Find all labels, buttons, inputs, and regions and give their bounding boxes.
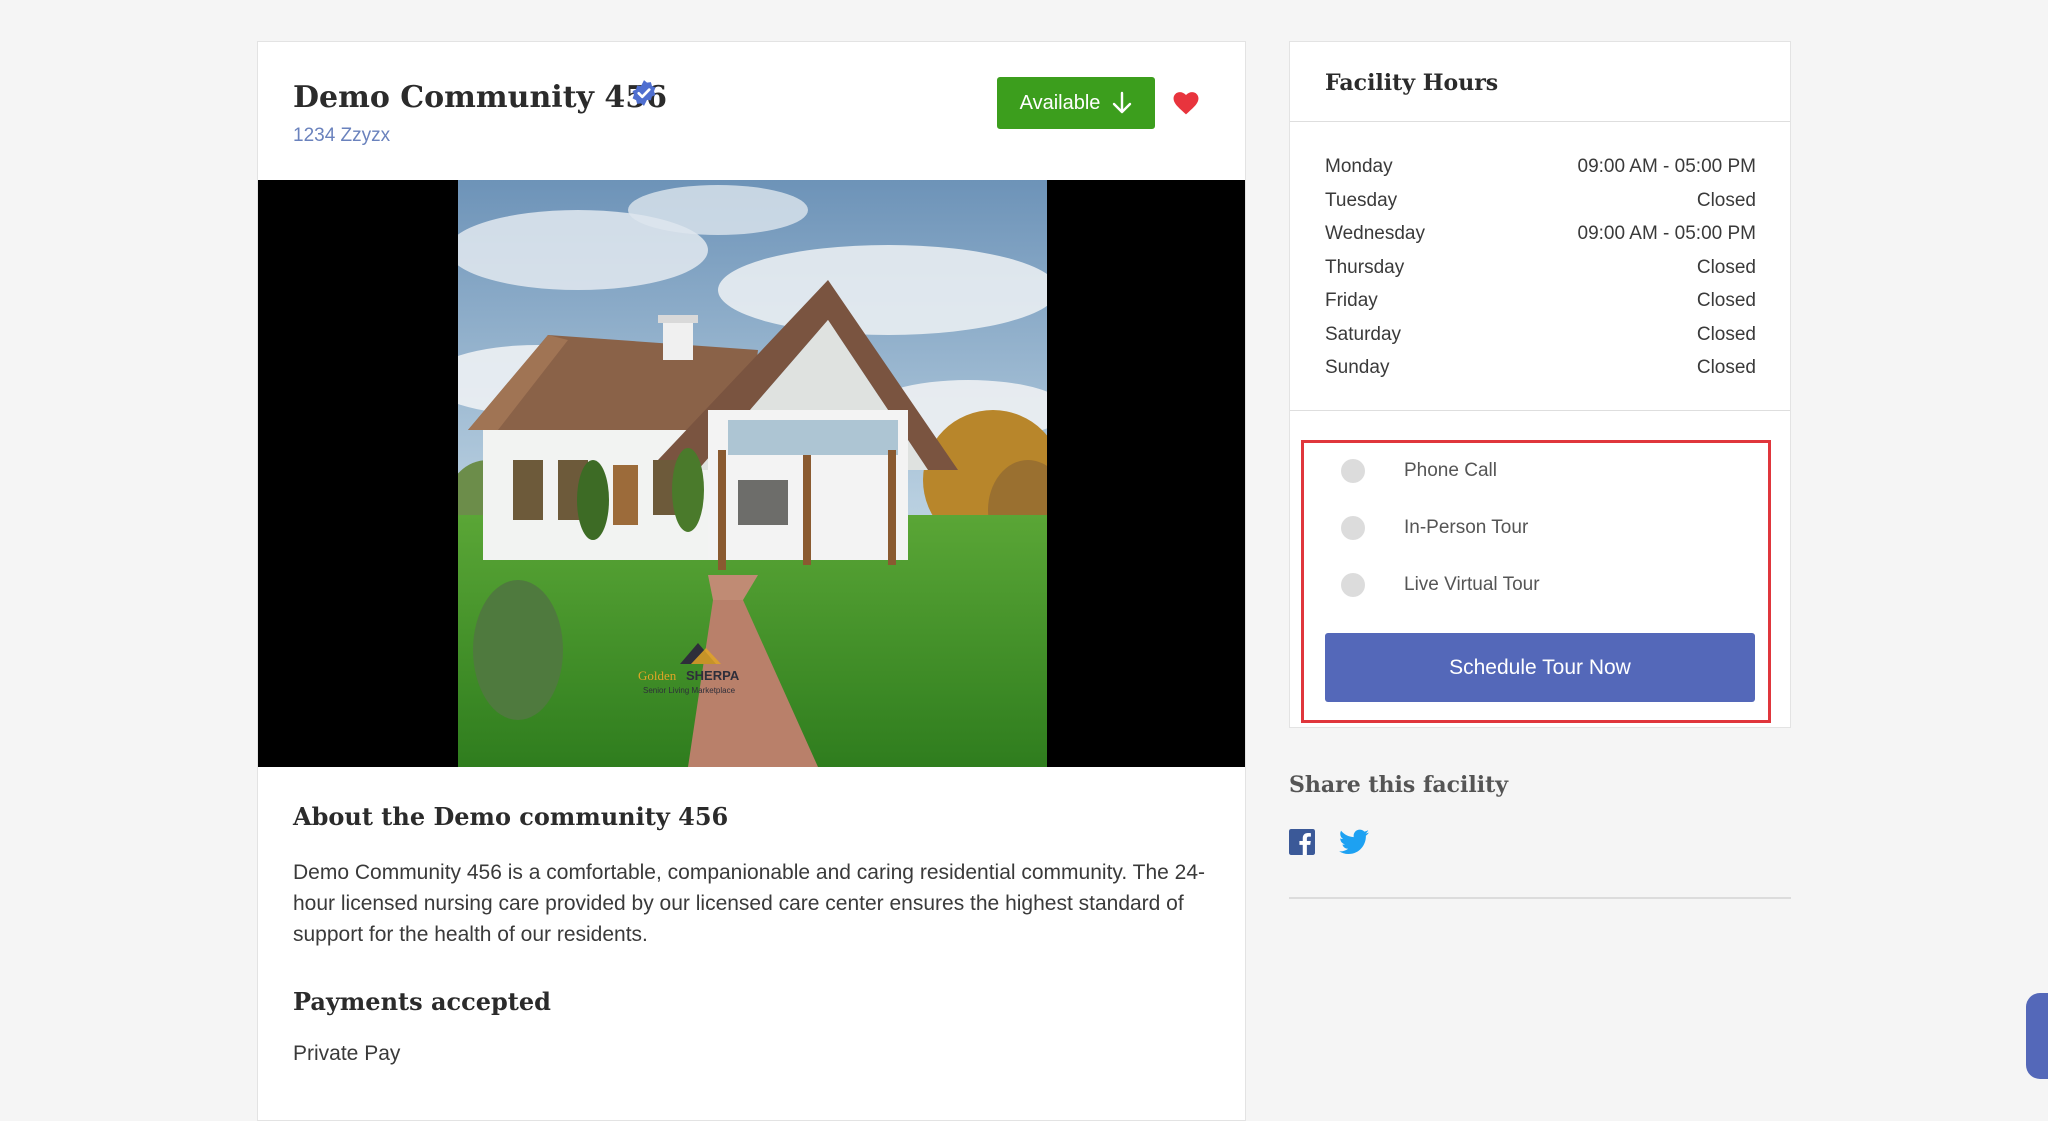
logo-tagline: Senior Living Marketplace [643,686,736,695]
hours-time: Closed [1696,323,1756,345]
hours-list: Monday 09:00 AM - 05:00 PM Tuesday Close… [1325,150,1756,385]
tour-request-section: Phone Call In-Person Tour Live Virtual T… [1301,440,1771,723]
tour-option-in-person[interactable]: In-Person Tour [1341,513,1528,543]
facility-media[interactable]: Golden SHERPA Senior Living Marketplace [258,180,1245,767]
facebook-icon[interactable] [1289,829,1315,855]
verified-badge-icon [632,80,656,106]
twitter-icon[interactable] [1339,829,1369,855]
payments-heading: Payments accepted [293,987,551,1016]
hours-day: Tuesday [1325,189,1398,211]
hours-row-tuesday: Tuesday Closed [1325,184,1756,218]
share-heading: Share this facility [1289,772,1509,798]
facility-card: Demo Community 456 1234 Zzyzx Available [257,41,1246,1121]
hours-day: Monday [1325,156,1393,177]
radio-button[interactable] [1341,459,1365,483]
schedule-tour-button[interactable]: Schedule Tour Now [1325,633,1755,702]
payments-value: Private Pay [293,1042,401,1065]
hours-day: Friday [1325,290,1378,311]
share-divider [1289,897,1791,899]
chat-widget-tab[interactable] [2026,993,2048,1079]
hours-row-friday: Friday Closed [1325,284,1756,318]
logo-brand-text-golden: Golden [638,668,677,683]
radio-button[interactable] [1341,516,1365,540]
hours-time: Closed [1696,357,1756,378]
hours-time: Closed [1696,256,1756,278]
hours-footer-divider [1290,410,1790,411]
hours-row-saturday: Saturday Closed [1325,318,1756,352]
arrow-down-icon [1113,91,1132,114]
hours-time: Closed [1696,290,1756,311]
facility-address-link[interactable]: 1234 Zzyzx [293,125,390,147]
hours-header-divider [1290,121,1790,122]
logo-brand-text-sherpa: SHERPA [686,668,740,683]
hours-time: 09:00 AM - 05:00 PM [1577,156,1757,177]
favorite-heart-icon[interactable] [1173,91,1199,115]
about-heading: About the Demo community 456 [293,802,729,831]
hours-day: Thursday [1325,256,1405,278]
radio-button[interactable] [1341,573,1365,597]
hours-day: Wednesday [1325,223,1425,244]
facility-title: Demo Community 456 [293,80,668,115]
hours-day: Saturday [1325,323,1402,345]
facility-hours-heading: Facility Hours [1325,70,1499,96]
tour-option-label: In-Person Tour [1404,517,1529,538]
about-description: Demo Community 456 is a comfortable, com… [293,861,1206,946]
hours-row-sunday: Sunday Closed [1325,351,1756,385]
hours-time: 09:00 AM - 05:00 PM [1577,223,1757,244]
facility-hours-card: Facility Hours Monday 09:00 AM - 05:00 P… [1289,41,1791,728]
hours-day: Sunday [1325,357,1390,378]
availability-button[interactable]: Available [997,77,1155,129]
tour-option-label: Phone Call [1404,460,1497,481]
tour-option-label: Live Virtual Tour [1404,574,1540,595]
facility-photo: Golden SHERPA Senior Living Marketplace [458,180,1047,767]
hours-row-thursday: Thursday Closed [1325,251,1756,285]
hours-row-wednesday: Wednesday 09:00 AM - 05:00 PM [1325,217,1756,251]
hours-time: Closed [1696,189,1756,211]
hours-row-monday: Monday 09:00 AM - 05:00 PM [1325,150,1756,184]
tour-option-phone-call[interactable]: Phone Call [1341,456,1497,486]
tour-option-virtual[interactable]: Live Virtual Tour [1341,570,1540,600]
availability-label: Available [1019,91,1101,114]
